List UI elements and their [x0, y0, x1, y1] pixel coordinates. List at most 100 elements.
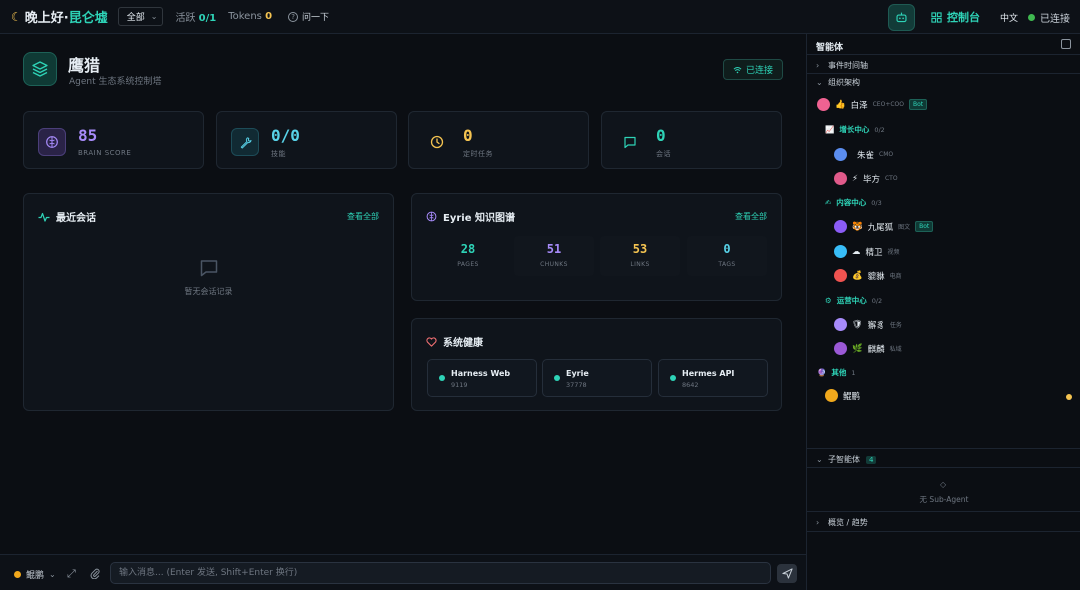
- view-all-sessions-link[interactable]: 查看全部: [347, 211, 379, 222]
- avatar: [834, 220, 847, 233]
- connected-button[interactable]: 已连接: [723, 59, 783, 80]
- grid-icon: [931, 11, 942, 23]
- message-input[interactable]: [110, 562, 771, 584]
- stat-label: 定时任务: [463, 150, 493, 158]
- group-name: 其他: [831, 368, 847, 377]
- service-name: Harness Web: [451, 369, 511, 378]
- scope-select[interactable]: 全部 ⌄: [117, 7, 164, 26]
- divider: [807, 531, 1080, 532]
- robot-button[interactable]: [887, 3, 915, 31]
- moon-icon: ☾: [11, 9, 22, 24]
- empty-sessions-text: 暂无会话记录: [184, 287, 233, 296]
- group-name: 运营中心: [836, 296, 867, 305]
- attach-icon[interactable]: [90, 567, 100, 582]
- heart-icon: [426, 336, 437, 347]
- collapse-sidebar-icon[interactable]: [1061, 39, 1071, 49]
- agent-name: 九尾狐: [867, 222, 894, 233]
- bot-badge: Bot: [915, 221, 934, 232]
- group-emoji: ⚙: [825, 296, 832, 305]
- page-subtitle: Agent 生态系统控制塔: [69, 77, 162, 87]
- language-toggle[interactable]: 中文: [1000, 11, 1018, 24]
- service-harness-web[interactable]: Harness Web 9119: [427, 359, 537, 397]
- org-chart-toggle[interactable]: ⌄ 组织架构: [816, 77, 860, 88]
- dashboard-main: 鹰猎 Agent 生态系统控制塔 已连接 85 BRAIN SCORE 0/0 …: [0, 34, 806, 554]
- expand-icon[interactable]: ⤢: [67, 567, 76, 581]
- agent-emoji: 🐯: [852, 221, 863, 232]
- active-indicator-dot: [1066, 394, 1072, 400]
- group-growth-center[interactable]: 📈 增长中心 0/2: [825, 124, 885, 135]
- send-button[interactable]: [777, 564, 797, 583]
- section-label: 子智能体: [828, 455, 860, 464]
- agent-row-bifang[interactable]: ⚡ 毕方 CTO: [834, 172, 898, 185]
- group-other[interactable]: 🔮 其他 1: [817, 367, 855, 378]
- brand: ☾ 晚上好· 昆仑墟: [11, 7, 108, 27]
- recent-sessions-title: 最近会话: [38, 209, 96, 224]
- stat-card-skills: 0/0 技能: [216, 111, 397, 169]
- group-count: 0/3: [871, 198, 882, 207]
- agent-role: 图文: [898, 224, 911, 231]
- divider: [807, 54, 1080, 55]
- avatar: [834, 245, 847, 258]
- overview-toggle[interactable]: › 概览 / 趋势: [816, 517, 868, 528]
- metric-tags: 0 TAGS: [687, 236, 767, 276]
- ask-button[interactable]: ? 问一下: [288, 10, 329, 23]
- service-status-dot: [439, 375, 445, 381]
- stat-value: 85: [78, 126, 98, 145]
- metric-label: TAGS: [718, 261, 736, 268]
- agent-row-kunpeng[interactable]: 鲲鹏: [825, 389, 860, 402]
- activity-icon: [38, 212, 50, 222]
- active-value: 0/1: [198, 13, 217, 24]
- service-eyrie[interactable]: Eyrie 37778: [542, 359, 652, 397]
- agent-row-qilin[interactable]: 🌿 麒麟 私域: [834, 342, 902, 355]
- connection-status: 已连接: [1028, 10, 1070, 25]
- page-title: 鹰猎: [68, 56, 101, 75]
- stat-label: 会话: [656, 150, 671, 158]
- tokens-stat: Tokens 0: [228, 11, 272, 22]
- panel-title-text: 系统健康: [443, 338, 483, 349]
- agent-row-xiezhi[interactable]: 🛡 獬豸 任务: [834, 318, 902, 331]
- group-emoji: 🔮: [817, 368, 827, 377]
- connection-status-label: 已连接: [1040, 13, 1070, 25]
- agent-row-baize[interactable]: 👍 白泽 CEO+COO Bot: [817, 98, 928, 111]
- metric-label: PAGES: [457, 261, 479, 268]
- agent-row-jiuweihu[interactable]: 🐯 九尾狐 图文 Bot: [834, 220, 934, 233]
- stat-card-sessions: 0 会话: [601, 111, 782, 169]
- metric-label: CHUNKS: [540, 261, 568, 268]
- connected-button-label: 已连接: [745, 66, 773, 76]
- chevron-right-icon: ›: [816, 61, 820, 70]
- sub-agents-toggle[interactable]: ⌄ 子智能体 4: [816, 454, 877, 465]
- agent-role: 私域: [889, 346, 902, 353]
- clock-icon: [423, 128, 451, 156]
- group-name: 增长中心: [839, 125, 870, 134]
- chat-icon: [616, 128, 644, 156]
- agent-role: 任务: [889, 322, 902, 329]
- service-hermes-api[interactable]: Hermes API 8642: [658, 359, 768, 397]
- avatar: [834, 342, 847, 355]
- empty-chat-icon: [199, 258, 219, 281]
- tokens-value: 0: [265, 11, 273, 22]
- agent-emoji: ⚡: [852, 173, 858, 184]
- agent-emoji: ☁: [852, 246, 861, 257]
- service-name: Hermes API: [682, 369, 735, 378]
- service-status-dot: [554, 375, 560, 381]
- metric-value: 53: [632, 242, 648, 256]
- console-link[interactable]: 控制台: [931, 9, 980, 25]
- service-port: 37778: [566, 381, 587, 389]
- group-content-center[interactable]: ✍ 内容中心 0/3: [825, 197, 882, 208]
- sub-agents-empty-text: 无 Sub-Agent: [919, 495, 969, 504]
- group-operations-center[interactable]: ⚙ 运营中心 0/2: [825, 295, 882, 306]
- recent-sessions-panel: 最近会话 查看全部 暂无会话记录: [23, 193, 394, 411]
- view-all-graph-link[interactable]: 查看全部: [735, 211, 767, 222]
- chevron-down-icon: ⌄: [816, 455, 823, 464]
- wrench-icon: [231, 128, 259, 156]
- agent-row-jingwei[interactable]: ☁ 精卫 视频: [834, 245, 900, 258]
- stat-card-scheduled-tasks: 0 定时任务: [408, 111, 589, 169]
- timeline-toggle[interactable]: › 事件时间轴: [816, 60, 868, 71]
- greeting: 晚上好·: [24, 11, 69, 26]
- agent-row-pixiu[interactable]: 💰 貔貅 电商: [834, 269, 902, 282]
- agent-role: CEO+COO: [872, 101, 904, 108]
- agent-selector[interactable]: 鲲鹏 ⌄: [14, 568, 56, 581]
- question-icon: ?: [288, 11, 299, 22]
- agent-name: 麒麟: [867, 344, 885, 355]
- agent-row-zhuque[interactable]: 朱雀 CMO: [834, 148, 893, 161]
